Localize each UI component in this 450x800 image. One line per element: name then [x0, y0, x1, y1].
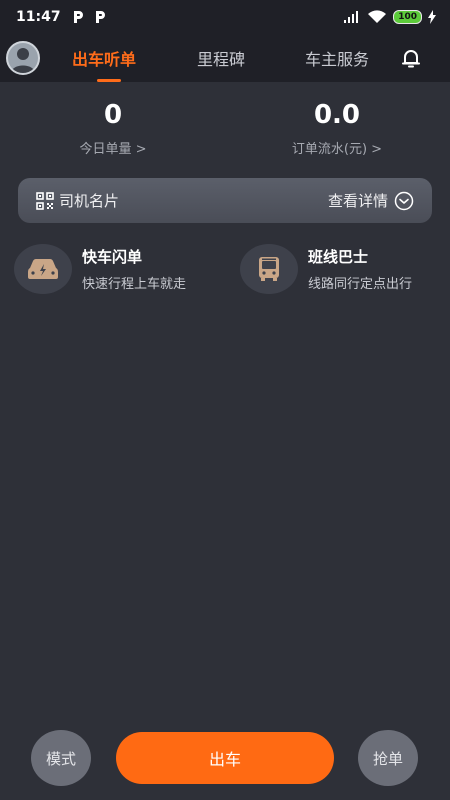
signal-icon — [344, 11, 359, 23]
name-card-title: 司机名片 — [59, 192, 120, 210]
parking-app-icon — [95, 11, 105, 23]
tab-owner-services[interactable]: 车主服务 — [305, 46, 369, 70]
view-details-label: 查看详情 — [327, 192, 388, 210]
go-online-button[interactable]: 出车 — [116, 732, 334, 784]
chevron-down-icon — [394, 191, 414, 210]
order-revenue-value: 0.0 — [313, 100, 361, 130]
orders-today-stat[interactable]: 0 今日单量 > — [38, 100, 188, 157]
bus-icon — [240, 244, 298, 294]
status-bar: 11:47 100 — [0, 0, 450, 34]
active-tab-indicator — [97, 79, 121, 82]
tab-milestones[interactable]: 里程碑 — [197, 46, 245, 70]
view-details-link[interactable]: 查看详情 — [328, 190, 414, 211]
qr-code-icon — [36, 191, 54, 210]
service-subtitle: 快速行程上车就走 — [82, 277, 187, 292]
order-revenue-stat[interactable]: 0.0 订单流水(元) > — [262, 100, 412, 157]
service-subtitle: 线路同行定点出行 — [308, 277, 413, 292]
avatar[interactable] — [6, 41, 40, 75]
orders-today-label: 今日单量 > — [79, 142, 147, 157]
charging-icon — [428, 10, 436, 24]
service-express-order[interactable]: 快车闪单 快速行程上车就走 — [14, 244, 186, 294]
car-icon — [14, 244, 72, 294]
status-time: 11:47 — [16, 9, 61, 25]
mode-button[interactable]: 模式 — [31, 730, 91, 786]
parking-app-icon — [73, 11, 83, 23]
order-revenue-label: 订单流水(元) > — [291, 142, 383, 157]
tab-dispatch[interactable]: 出车听单 — [72, 46, 136, 70]
top-nav: 出车听单 里程碑 车主服务 — [0, 34, 450, 82]
wifi-icon — [368, 10, 387, 23]
bottom-action-bar: 模式 出车 抢单 — [0, 730, 450, 790]
user-avatar-icon — [11, 48, 35, 73]
service-title: 快车闪单 — [82, 248, 143, 266]
grab-order-button[interactable]: 抢单 — [358, 730, 418, 786]
bell-icon[interactable] — [400, 47, 422, 69]
battery-icon: 100 — [393, 10, 422, 24]
service-title: 班线巴士 — [308, 248, 369, 266]
service-shuttle-bus[interactable]: 班线巴士 线路同行定点出行 — [240, 244, 412, 294]
orders-today-value: 0 — [103, 100, 123, 130]
driver-name-card[interactable]: 司机名片 查看详情 — [18, 178, 432, 223]
